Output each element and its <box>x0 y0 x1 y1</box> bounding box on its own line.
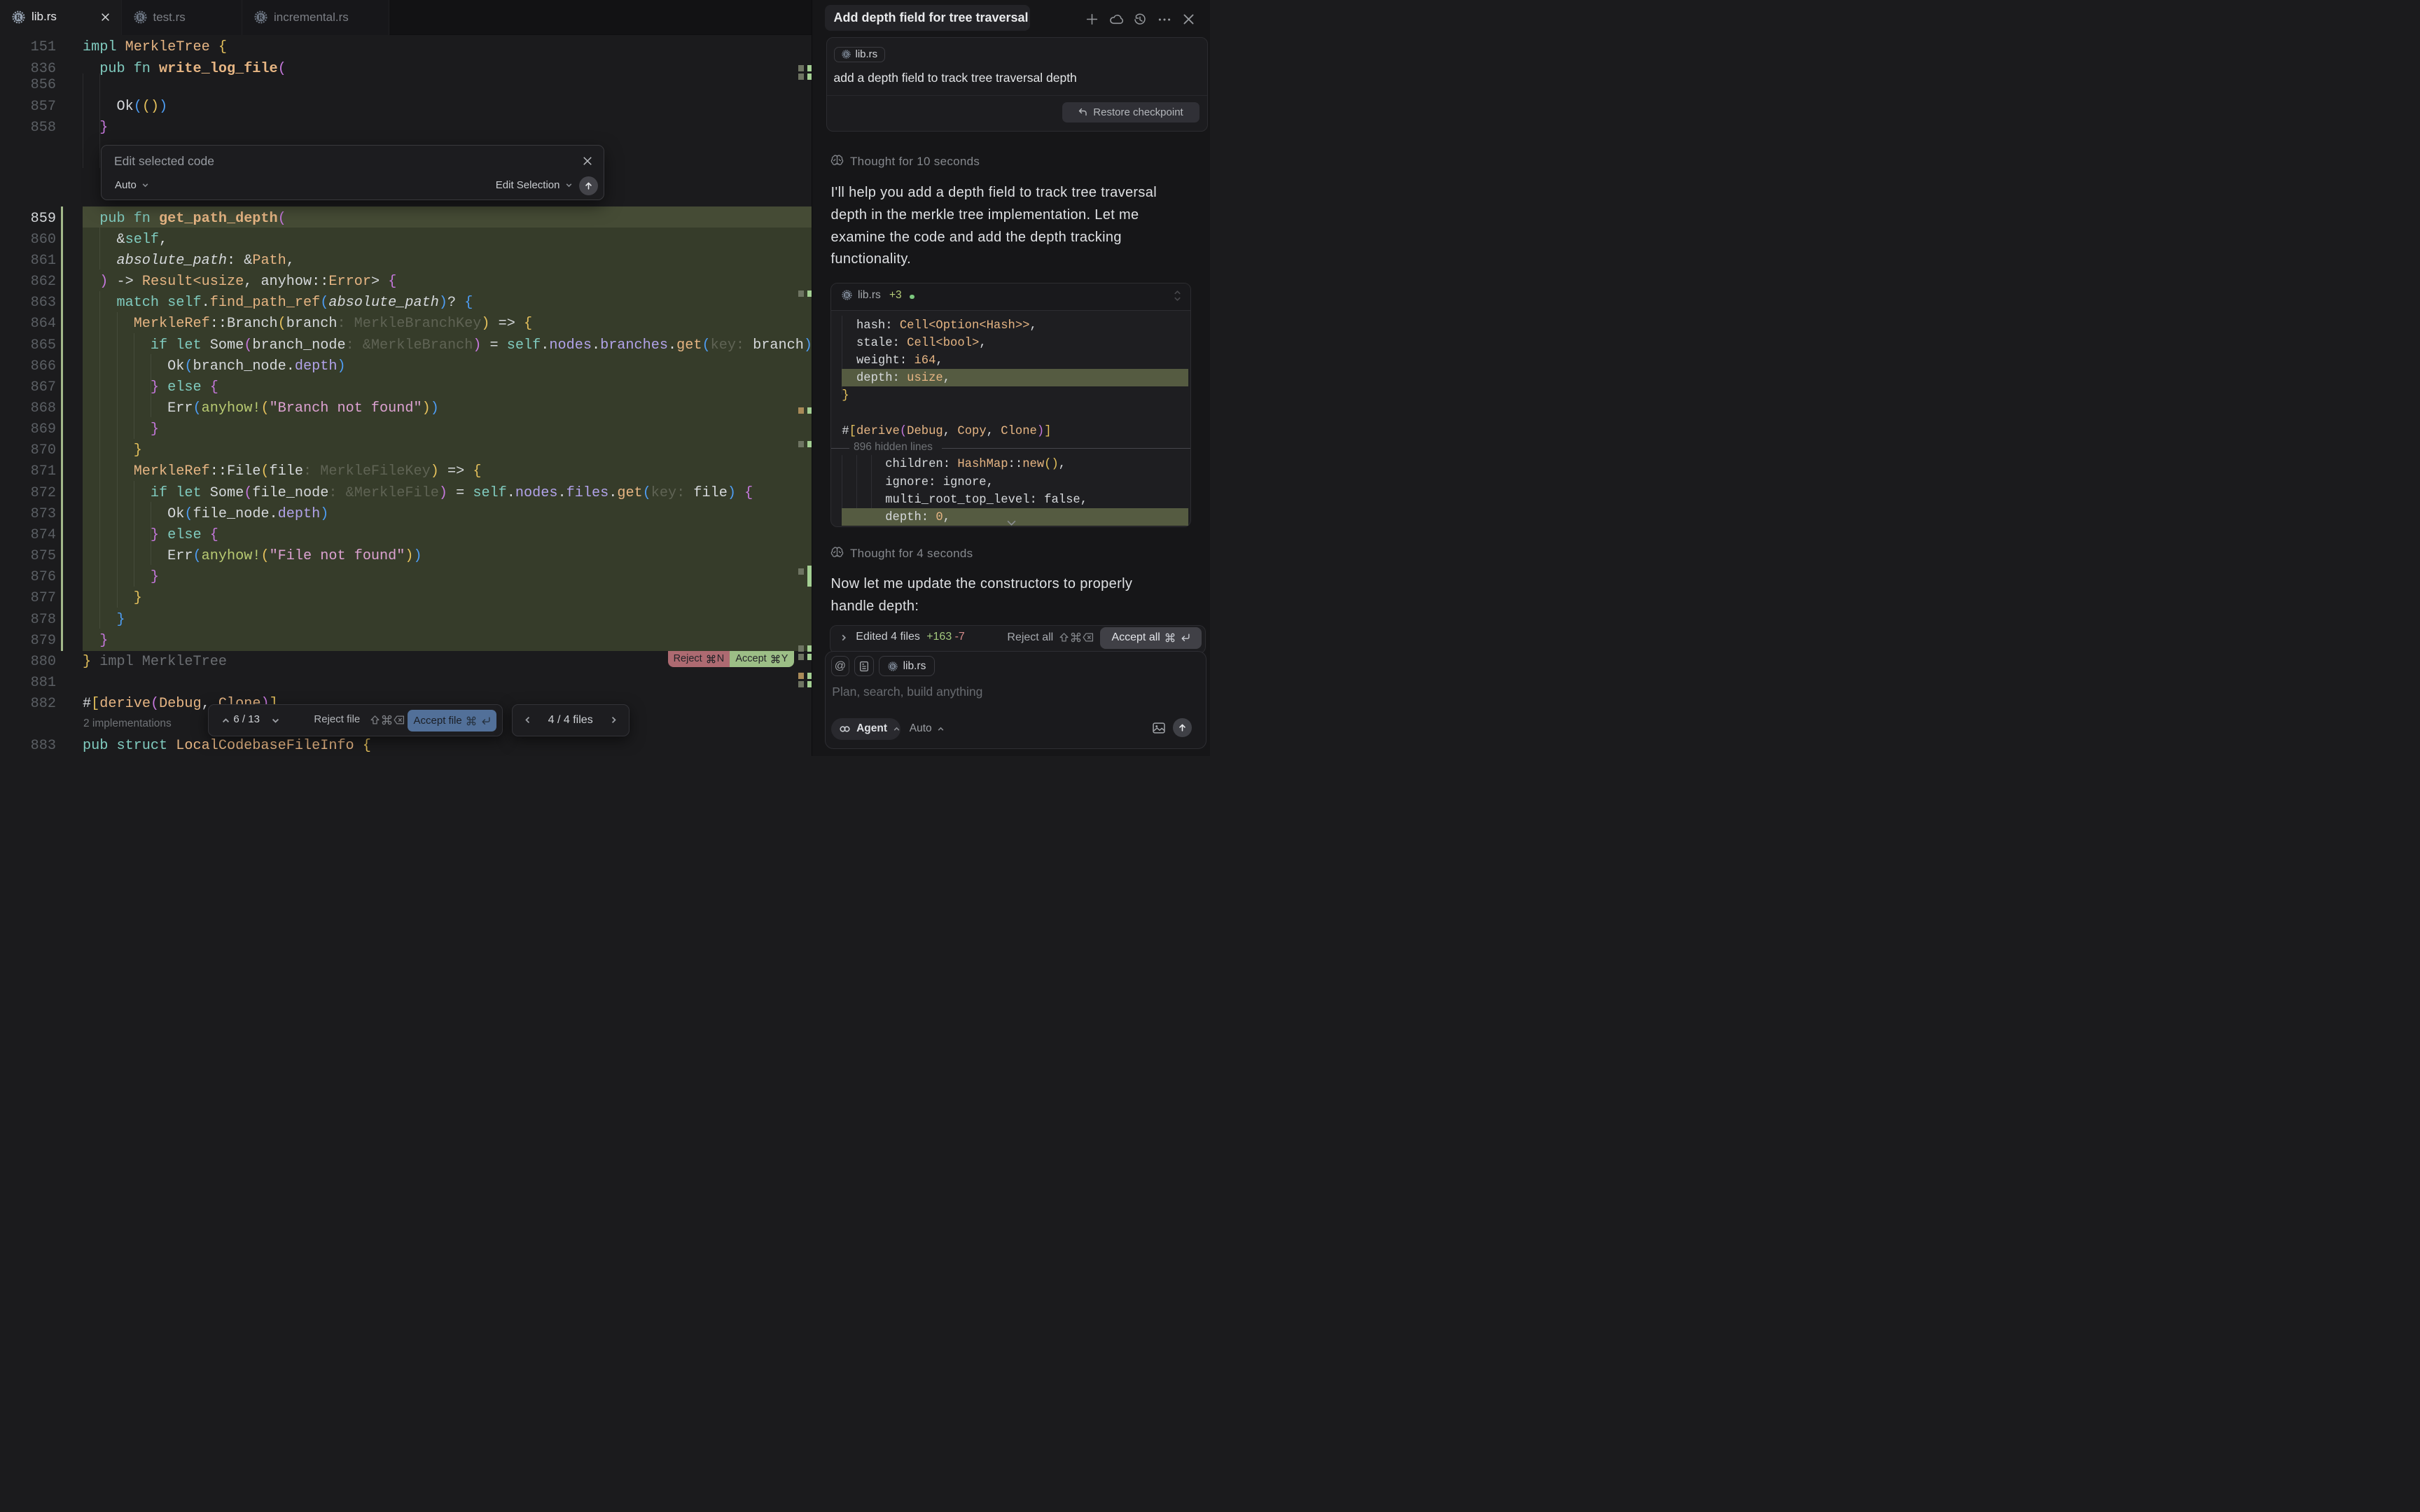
svg-text:R: R <box>845 292 849 298</box>
svg-text:R: R <box>16 14 22 22</box>
svg-text:R: R <box>258 14 264 22</box>
svg-text:R: R <box>891 663 895 669</box>
svg-text:R: R <box>137 14 143 22</box>
